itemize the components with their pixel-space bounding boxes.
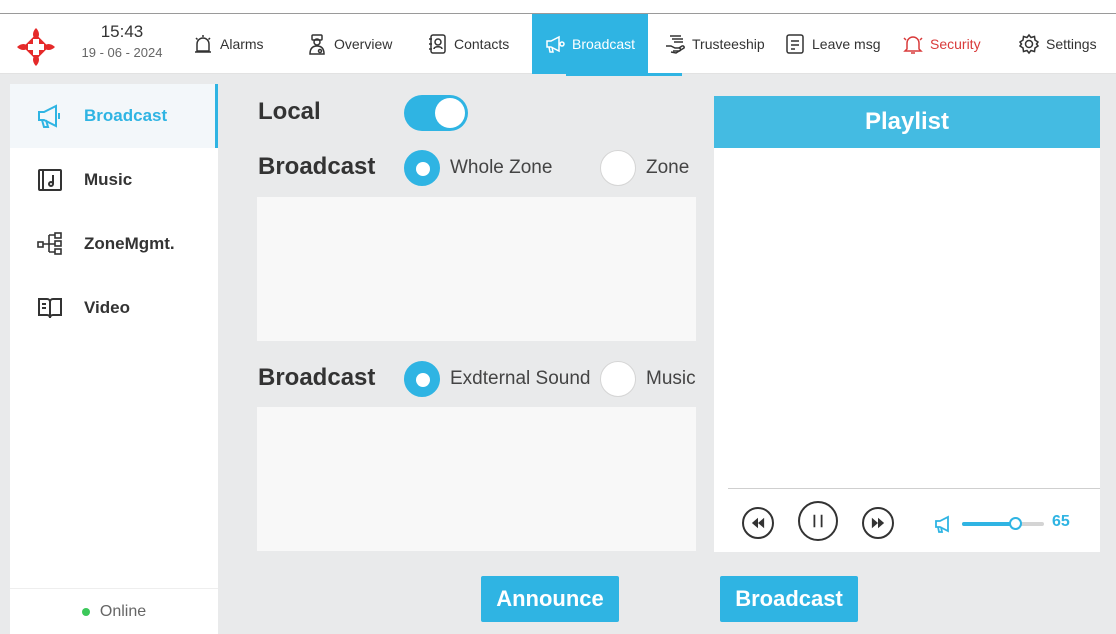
music-icon <box>38 169 62 191</box>
radio-label: Exdternal Sound <box>450 368 591 389</box>
nav-alarms[interactable]: Alarms <box>184 14 272 74</box>
sidebar-item-video[interactable]: Video <box>10 276 218 340</box>
book-icon <box>38 298 62 319</box>
volume-slider-fill <box>962 522 1016 526</box>
sidebar-item-zonemgmt[interactable]: ZoneMgmt. <box>10 212 218 276</box>
broadcast-scope-label: Broadcast <box>258 153 376 180</box>
contacts-icon <box>429 34 446 54</box>
volume-value: 65 <box>1052 513 1070 530</box>
nav-settings[interactable]: Settings <box>1010 14 1105 74</box>
sidebar-item-label: Music <box>84 170 133 189</box>
bell-icon <box>903 36 923 54</box>
volume-icon <box>935 515 949 533</box>
active-tab-indicator <box>566 73 682 76</box>
medical-cross-logo-icon <box>17 28 55 66</box>
sidebar-item-label: ZoneMgmt. <box>84 234 175 253</box>
message-icon <box>786 34 804 54</box>
radio-label: Whole Zone <box>450 157 553 178</box>
nav-security[interactable]: Security <box>894 14 989 74</box>
doctor-icon <box>309 34 325 55</box>
alarm-icon <box>195 35 211 53</box>
nav-contacts-label: Contacts <box>454 36 510 52</box>
hand-icon <box>666 35 685 54</box>
nav-settings-label: Settings <box>1046 36 1097 52</box>
nav-leave-msg-label: Leave msg <box>812 36 881 52</box>
pause-icon <box>813 514 823 528</box>
radio-label: Zone <box>646 157 690 178</box>
radio-zone[interactable]: Zone <box>600 150 689 186</box>
next-button[interactable] <box>862 507 894 539</box>
nav-trusteeship-label: Trusteeship <box>692 36 765 52</box>
source-selection-panel[interactable] <box>257 407 696 551</box>
online-status-text: Online <box>99 602 147 620</box>
nav-alarms-label: Alarms <box>220 36 264 52</box>
online-indicator <box>81 607 90 616</box>
fast-forward-icon <box>871 517 885 529</box>
sidebar-item-broadcast[interactable]: Broadcast <box>10 84 218 148</box>
pause-button[interactable] <box>798 501 838 541</box>
radio-external-sound[interactable]: Exdternal Sound <box>404 361 591 397</box>
radio-circle <box>600 150 636 186</box>
toggle-knob <box>435 98 465 128</box>
radio-label: Music <box>646 368 696 389</box>
nav-security-label: Security <box>930 36 981 52</box>
volume-slider-handle[interactable] <box>1009 517 1023 530</box>
playlist-panel: Playlist 65 <box>714 96 1100 552</box>
nav-trusteeship[interactable]: Trusteeship <box>656 14 773 74</box>
nav-leave-msg[interactable]: Leave msg <box>776 14 888 74</box>
volume-slider[interactable] <box>962 517 1044 530</box>
broadcast-button[interactable]: Broadcast <box>720 576 858 622</box>
clock-time: 15:43 <box>100 22 144 41</box>
sidebar: Broadcast Music ZoneMgmt. Video Online <box>10 84 218 634</box>
radio-circle <box>600 361 636 397</box>
radio-music[interactable]: Music <box>600 361 696 397</box>
playlist-divider <box>728 488 1100 489</box>
playlist-title: Playlist <box>714 96 1100 148</box>
previous-button[interactable] <box>742 507 774 539</box>
top-strip <box>0 0 1116 14</box>
clock-date: 19 - 06 - 2024 <box>81 45 163 60</box>
gear-icon <box>1018 33 1040 55</box>
nav-overview-label: Overview <box>334 36 393 52</box>
local-toggle[interactable] <box>404 95 468 131</box>
radio-whole-zone[interactable]: Whole Zone <box>404 150 552 186</box>
rewind-icon <box>751 517 765 529</box>
nav-broadcast[interactable]: Broadcast <box>532 14 648 74</box>
zone-tree-icon <box>37 232 62 255</box>
nav-broadcast-label: Broadcast <box>572 36 636 52</box>
connection-status: Online <box>10 588 218 634</box>
top-navigation-bar: 15:43 19 - 06 - 2024 Alarms Overview Con… <box>0 14 1116 74</box>
sidebar-item-label: Broadcast <box>84 106 168 125</box>
nav-overview[interactable]: Overview <box>298 14 400 74</box>
zone-selection-panel[interactable] <box>257 197 696 341</box>
local-label: Local <box>258 98 321 125</box>
megaphone-icon <box>546 35 565 53</box>
megaphone-icon <box>38 104 60 128</box>
clock: 15:43 19 - 06 - 2024 <box>72 22 172 60</box>
nav-contacts[interactable]: Contacts <box>418 14 517 74</box>
radio-circle <box>404 361 440 397</box>
sidebar-item-music[interactable]: Music <box>10 148 218 212</box>
broadcast-source-label: Broadcast <box>258 364 376 391</box>
radio-circle <box>404 150 440 186</box>
announce-button[interactable]: Announce <box>481 576 619 622</box>
sidebar-item-label: Video <box>84 298 130 317</box>
